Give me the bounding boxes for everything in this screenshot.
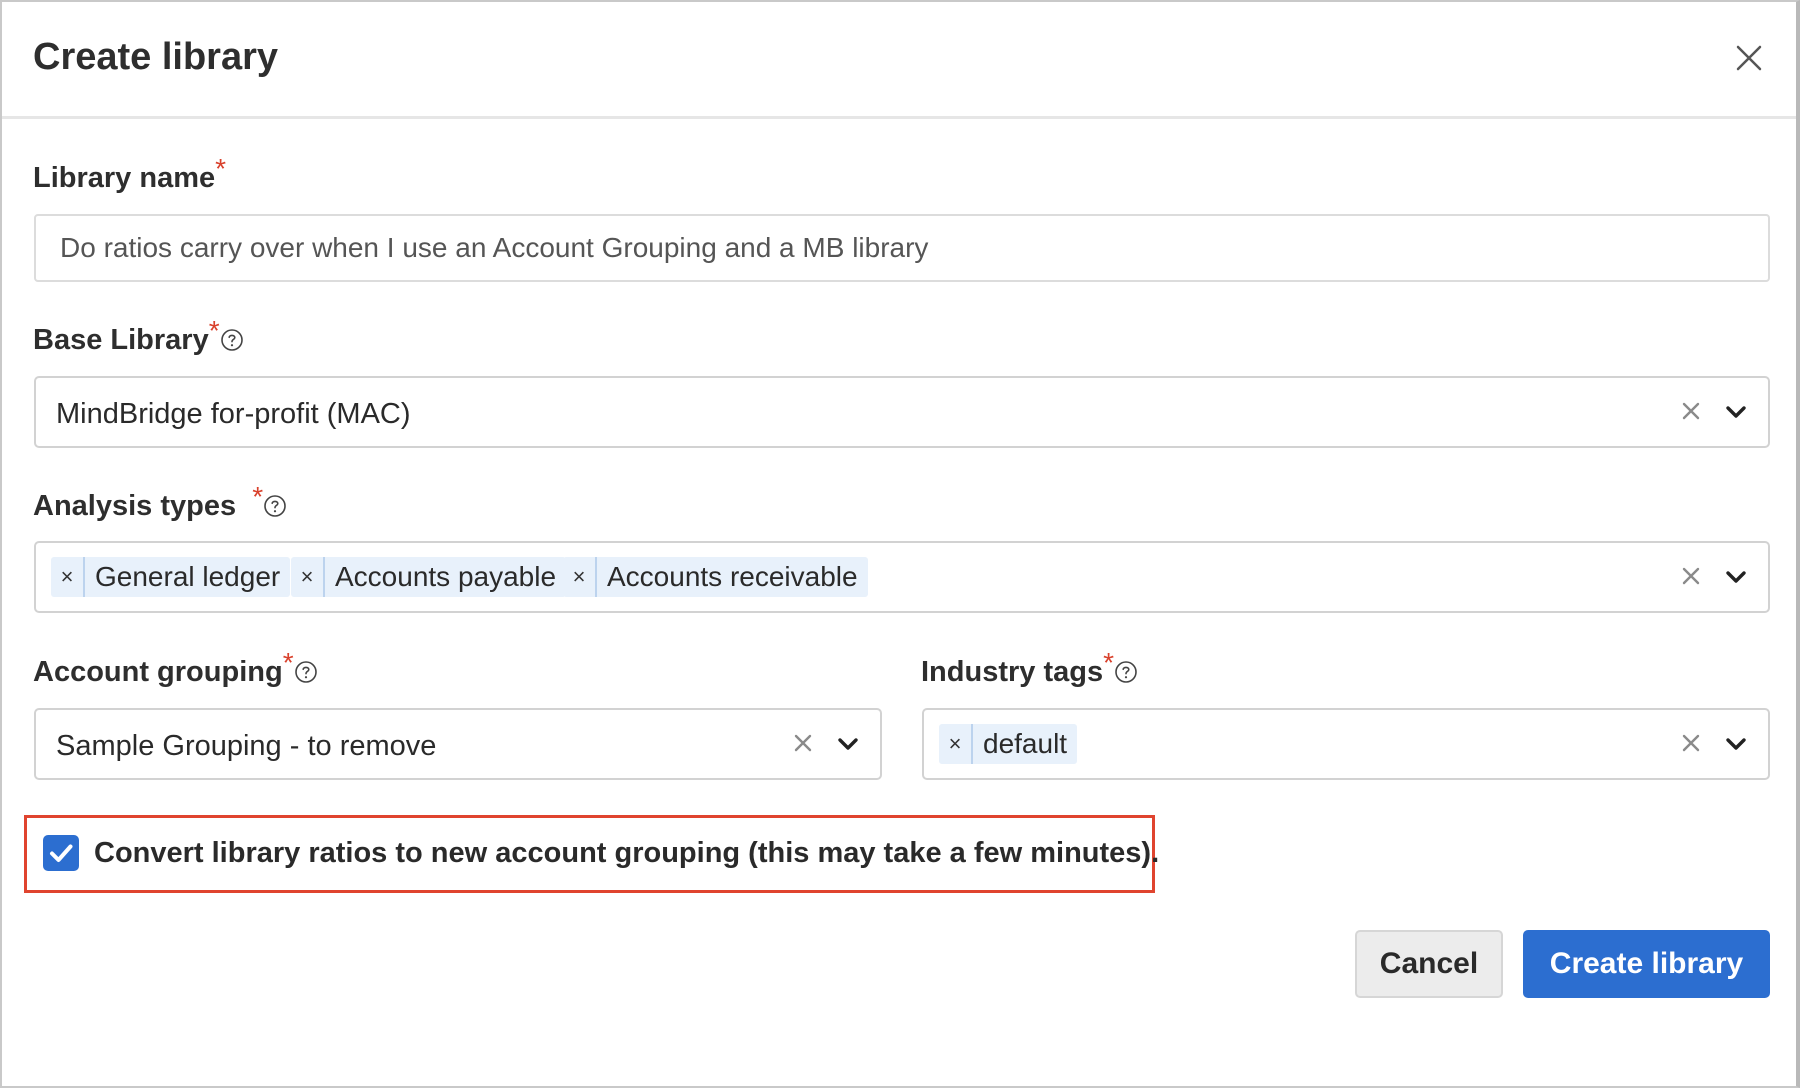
required-mark: * — [215, 153, 227, 184]
dialog-header: Create library — [2, 2, 1796, 119]
create-library-button[interactable]: Create library — [1523, 930, 1770, 998]
chip-label: General ledger — [95, 561, 281, 592]
help-icon[interactable] — [220, 327, 244, 352]
chevron-down-icon[interactable] — [1722, 730, 1750, 758]
base-library-value: MindBridge for-profit (MAC) — [56, 398, 411, 430]
analysis-types-select[interactable]: × General ledger × Accounts payable × Ac… — [34, 541, 1770, 613]
help-icon[interactable] — [263, 493, 287, 518]
chevron-down-icon[interactable] — [1722, 398, 1750, 426]
base-library-label-text: Base Library — [33, 324, 209, 356]
cancel-button[interactable]: Cancel — [1355, 930, 1503, 998]
required-mark: * — [208, 315, 220, 346]
chevron-down-icon[interactable] — [834, 730, 862, 758]
library-name-label-text: Library name — [33, 162, 216, 194]
chip-accounts-receivable: × Accounts receivable — [563, 557, 868, 597]
industry-tags-label: Industry tags* — [921, 647, 1138, 689]
required-mark: * — [282, 647, 294, 678]
create-library-dialog: Create library Library name* Base Librar… — [0, 0, 1800, 1088]
checkmark-icon — [50, 844, 73, 862]
chip-label: Accounts receivable — [607, 561, 858, 592]
base-library-select[interactable]: MindBridge for-profit (MAC) — [34, 376, 1770, 448]
industry-tags-select[interactable]: × default — [922, 708, 1770, 780]
remove-chip-icon[interactable]: × — [563, 557, 597, 597]
account-grouping-label: Account grouping* — [33, 647, 318, 689]
clear-icon[interactable] — [1676, 396, 1706, 426]
remove-chip-icon[interactable]: × — [51, 557, 85, 597]
remove-chip-icon[interactable]: × — [939, 724, 973, 764]
analysis-types-label-text: Analysis types — [33, 490, 237, 522]
clear-icon[interactable] — [1676, 728, 1706, 758]
account-grouping-value: Sample Grouping - to remove — [56, 730, 437, 762]
clear-icon[interactable] — [788, 728, 818, 758]
required-mark: * — [252, 481, 264, 512]
help-icon[interactable] — [1114, 659, 1138, 684]
convert-ratios-checkbox[interactable] — [43, 835, 79, 871]
help-icon[interactable] — [294, 659, 318, 684]
chip-label: Accounts payable — [335, 561, 557, 592]
chip-label: default — [983, 728, 1068, 759]
clear-icon[interactable] — [1676, 561, 1706, 591]
chip-default: × default — [939, 724, 1078, 764]
analysis-types-label: Analysis types * — [33, 481, 287, 523]
chip-general-ledger: × General ledger — [51, 557, 291, 597]
base-library-label: Base Library* — [33, 315, 244, 357]
account-grouping-label-text: Account grouping — [33, 656, 283, 688]
remove-chip-icon[interactable]: × — [291, 557, 325, 597]
chevron-down-icon[interactable] — [1722, 563, 1750, 591]
required-mark: * — [1103, 647, 1114, 678]
library-name-label: Library name* — [33, 153, 226, 195]
dialog-title: Create library — [33, 36, 279, 78]
account-grouping-select[interactable]: Sample Grouping - to remove — [34, 708, 882, 780]
library-name-input[interactable] — [34, 214, 1770, 282]
convert-ratios-label[interactable]: Convert library ratios to new account gr… — [94, 837, 1159, 870]
chip-accounts-payable: × Accounts payable — [291, 557, 567, 597]
close-icon[interactable] — [1729, 38, 1769, 78]
industry-tags-label-text: Industry tags — [921, 656, 1104, 688]
